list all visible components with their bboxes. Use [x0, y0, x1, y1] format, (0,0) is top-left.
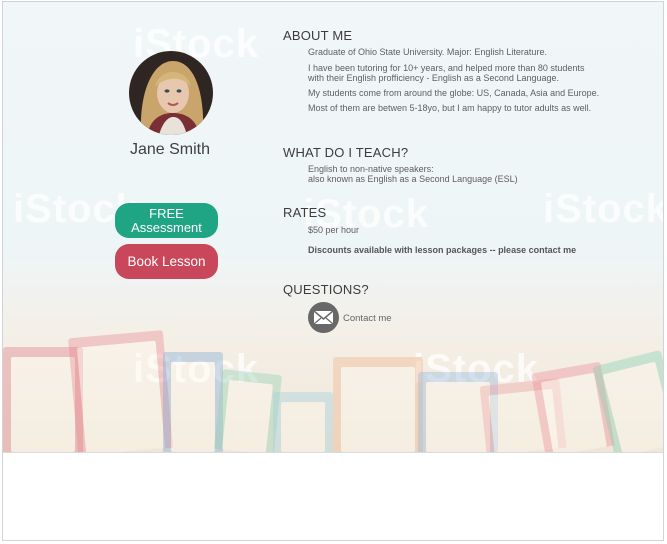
- about-heading: ABOUT ME: [283, 28, 353, 43]
- rates-heading: RATES: [283, 205, 327, 220]
- rate-discount-note: Discounts available with lesson packages…: [308, 245, 577, 255]
- background-book: [213, 369, 283, 452]
- background-book: [68, 330, 173, 452]
- about-line: Most of them are betwen 5-18yo, but I am…: [308, 103, 592, 113]
- background-book: [163, 352, 223, 452]
- free-assessment-label-line2: Assessment: [131, 220, 202, 235]
- profile-name: Jane Smith: [129, 141, 211, 158]
- about-line: with their English profficiency - Englis…: [308, 73, 559, 83]
- envelope-icon[interactable]: [308, 302, 339, 333]
- free-assessment-label-line1: FREE: [149, 206, 184, 221]
- about-line: Graduate of Ohio State University. Major…: [308, 47, 547, 57]
- book-lesson-button[interactable]: Book Lesson: [115, 244, 218, 279]
- background-book: [333, 357, 423, 452]
- rate-price: $50 per hour: [308, 225, 360, 235]
- teach-heading: WHAT DO I TEACH?: [283, 145, 409, 160]
- questions-heading: QUESTIONS?: [283, 282, 369, 297]
- avatar: [129, 51, 213, 135]
- about-line: My students come from around the globe: …: [308, 88, 600, 98]
- watermark: iStock: [543, 187, 663, 231]
- contact-link[interactable]: Contact me: [343, 313, 392, 324]
- background-book: [273, 392, 333, 452]
- teach-line: also known as English as a Second Langua…: [308, 174, 518, 184]
- empty-footer-area: [3, 453, 663, 540]
- free-assessment-button[interactable]: FREE Assessment: [115, 203, 218, 238]
